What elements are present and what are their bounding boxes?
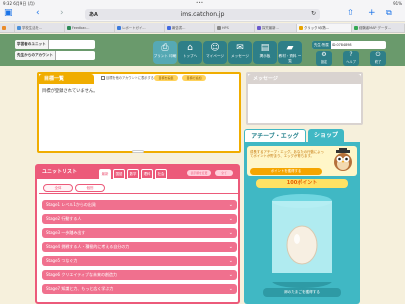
unit-row[interactable]: Stage7 知識と力、もっと広く学ぶ力 ⌄ xyxy=(42,284,237,294)
folder-icon: ▰ xyxy=(286,43,294,53)
unit-row[interactable]: Stage5 つなぐ力 ⌄ xyxy=(42,256,237,266)
school-id-display: 先生:所属 ID:0784898 xyxy=(312,41,386,49)
browser-toolbar: ▣ ‹ › あA ims.catchon.jp ↻ ⇧ + ⧉ xyxy=(0,6,405,22)
mypage-button[interactable]: ☺ マイページ xyxy=(203,41,227,64)
settings-button[interactable]: ⚙ 設定 xyxy=(316,51,332,66)
board-button[interactable]: ▤ 掲示板 xyxy=(253,41,277,64)
home-icon: ⌂ xyxy=(187,43,193,53)
get-points-button[interactable]: ポイントを獲得する xyxy=(250,168,322,175)
person-icon: ☺ xyxy=(210,43,220,53)
gear-icon: ⚙ xyxy=(321,51,327,58)
account-field[interactable]: 先生からのアカウント xyxy=(15,51,95,60)
unit-row[interactable]: Stage4 挑戦する人・積極的に考える自分の力 ⌄ xyxy=(42,242,237,252)
units-title: ユニットリスト xyxy=(42,169,78,175)
message-title: メッセージ xyxy=(248,74,361,84)
goals-panel: 目標一覧 目標を他のアカウントに表示する 目標を編集 目標の追加 目標が登録され… xyxy=(37,72,241,153)
tab-shop[interactable]: ショップ xyxy=(308,129,344,142)
chevron-down-icon: ⌄ xyxy=(228,272,233,278)
printer-icon: ⎙ xyxy=(161,43,169,53)
chevron-down-icon: ⌄ xyxy=(228,286,233,292)
help-icon: ? xyxy=(349,51,353,58)
unit-row[interactable]: Stage2 行動する人 ⌄ xyxy=(42,214,237,224)
print-button[interactable]: ⎙ プリント 印刷 xyxy=(153,41,177,64)
board-icon: ▤ xyxy=(260,43,270,53)
goals-visibility-checkbox[interactable] xyxy=(101,76,105,80)
exchange-egg-button[interactable]: 卵のたまごを獲得する xyxy=(263,288,341,297)
browser-tab[interactable]: HPS xyxy=(215,24,255,32)
browser-tab[interactable]: 経験者MAP データ... xyxy=(352,24,405,32)
mail-icon: ✉ xyxy=(236,43,244,53)
user-unit-field[interactable]: 学習者のユニット xyxy=(15,40,95,49)
units-tab-math[interactable]: 数学 xyxy=(127,169,139,179)
goals-empty-text: 目標が登録されていません。 xyxy=(42,89,98,94)
reload-icon[interactable]: ↻ xyxy=(311,10,316,17)
browser-tab[interactable]: レポートガイ... xyxy=(115,24,165,32)
points-display: 100ポイント xyxy=(256,179,348,188)
units-subtab-individual[interactable]: 個別 xyxy=(75,184,105,192)
unit-row[interactable]: Stage6 クリエイティブな未来の創造力 ⌄ xyxy=(42,270,237,280)
units-tab-science[interactable]: 理科 xyxy=(141,169,153,179)
units-panel: ユニットリスト 最新 国語 数学 理科 社会 表示順を変更 全て 全体 個別 S… xyxy=(35,164,240,304)
logout-icon: ⏻ xyxy=(375,51,381,58)
achieve-info-card: 成長するアチーブ・エッグ。あなたの行動によってポイントが貯まり、エッグが育ちます… xyxy=(247,146,357,176)
units-sort-button[interactable]: 表示順を変更 xyxy=(187,170,211,176)
message-button[interactable]: ✉ メッセージ xyxy=(228,41,252,64)
address-url: ims.catchon.jp xyxy=(180,11,225,18)
units-divider xyxy=(39,193,238,194)
edit-goal-button[interactable]: 目標を編集 xyxy=(154,75,178,81)
browser-tab[interactable]: 報告書... xyxy=(165,24,215,32)
chevron-down-icon: ⌄ xyxy=(228,258,233,264)
unit-row[interactable]: Stage1 レベル1からの出発 ⌄ xyxy=(42,200,237,210)
chevron-down-icon: ⌄ xyxy=(228,230,233,236)
logout-button[interactable]: ⏻ 終了 xyxy=(370,51,386,66)
goals-visibility-label: 目標を他のアカウントに表示する xyxy=(106,76,154,80)
browser-tab-active[interactable]: クリック!の熟... xyxy=(297,24,352,32)
share-icon[interactable]: ⇧ xyxy=(347,6,354,20)
back-icon[interactable]: ‹ xyxy=(36,6,40,20)
address-bar[interactable]: あA ims.catchon.jp ↻ xyxy=(85,9,320,20)
achieve-info-text: 成長するアチーブ・エッグ。あなたの行動によってポイントが貯まり、エッグが育ちます… xyxy=(250,150,324,159)
sidebar-icon[interactable]: ▣ xyxy=(4,6,13,20)
forward-icon[interactable]: › xyxy=(60,6,64,20)
tabs-overview-icon[interactable]: ⧉ xyxy=(386,6,392,20)
goals-resize-handle[interactable] xyxy=(132,150,144,153)
multitask-dots[interactable]: ••• xyxy=(196,0,203,5)
materials-button[interactable]: ▰ 教材・資料 ー覧 xyxy=(278,41,302,64)
browser-tab[interactable]: 学校生活を... xyxy=(15,24,65,32)
help-button[interactable]: ? ヘルプ xyxy=(343,51,359,66)
tab-achieve-egg[interactable]: アチーブ・エッグ xyxy=(244,129,306,142)
top-button[interactable]: ⌂ トップへ xyxy=(178,41,202,64)
new-tab-icon[interactable]: + xyxy=(368,6,376,20)
achieve-egg-panel: アチーブ・エッグ ショップ 成長するアチーブ・エッグ。あなたの行動によってポイン… xyxy=(242,129,362,304)
owl-mascot-icon xyxy=(334,148,352,171)
goals-title: 目標一覧 xyxy=(39,74,94,84)
browser-tab[interactable]: 探究最新... xyxy=(255,24,297,32)
units-header: ユニットリスト 最新 国語 数学 理科 社会 表示順を変更 全て xyxy=(37,166,238,179)
units-tab-latest[interactable]: 最新 xyxy=(99,169,111,179)
goals-visibility-option[interactable]: 目標を他のアカウントに表示する xyxy=(101,76,154,81)
units-tab-japanese[interactable]: 国語 xyxy=(113,169,125,179)
chevron-down-icon: ⌄ xyxy=(228,216,233,222)
units-tab-social[interactable]: 社会 xyxy=(155,169,167,179)
app-header: 学習者のユニット 先生からのアカウント ⎙ プリント 印刷 ⌂ トップへ ☺ マイペー… xyxy=(0,34,405,66)
add-goal-button[interactable]: 目標の追加 xyxy=(182,75,206,81)
message-panel: メッセージ xyxy=(246,72,363,125)
browser-tab[interactable] xyxy=(0,24,15,32)
chevron-down-icon: ⌄ xyxy=(228,244,233,250)
browser-tabs: 学校生活を... Feedbac... レポートガイ... 報告書... HPS… xyxy=(0,23,405,33)
units-all-button[interactable]: 全て xyxy=(215,170,233,176)
unit-row[interactable]: Stage3 一歩踏み出す ⌄ xyxy=(42,228,237,238)
units-subtab-all[interactable]: 全体 xyxy=(43,184,73,192)
chevron-down-icon: ⌄ xyxy=(228,202,233,208)
browser-tab[interactable]: Feedbac... xyxy=(65,24,115,32)
achieve-body: 成長するアチーブ・エッグ。あなたの行動によってポイントが貯まり、エッグが育ちます… xyxy=(244,142,360,304)
egg-capsule-icon xyxy=(272,194,332,288)
